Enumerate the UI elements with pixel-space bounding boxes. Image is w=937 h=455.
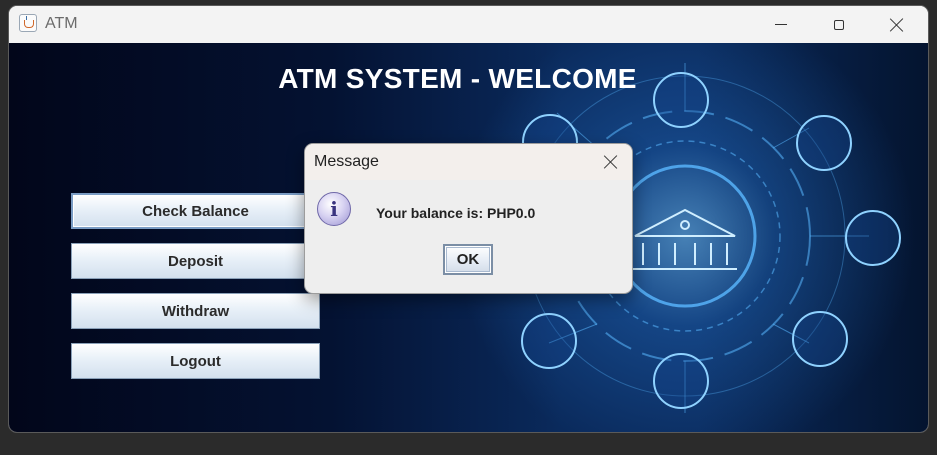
ok-button[interactable]: OK xyxy=(443,244,493,275)
window-titlebar[interactable]: ATM xyxy=(9,6,928,43)
minimize-icon xyxy=(775,24,787,25)
deposit-button[interactable]: Deposit xyxy=(71,243,320,279)
dialog-message: Your balance is: PHP0.0 xyxy=(376,205,536,221)
dialog-title: Message xyxy=(314,153,379,170)
close-icon xyxy=(890,18,904,32)
window-title: ATM xyxy=(45,15,78,32)
logout-button[interactable]: Logout xyxy=(71,343,320,379)
maximize-icon xyxy=(834,19,844,30)
check-balance-button[interactable]: Check Balance xyxy=(71,193,320,229)
minimize-button[interactable] xyxy=(752,6,810,43)
withdraw-button[interactable]: Withdraw xyxy=(71,293,320,329)
close-icon xyxy=(604,155,618,169)
close-window-button[interactable] xyxy=(868,6,926,43)
info-icon: i xyxy=(317,192,351,226)
dialog-close-button[interactable] xyxy=(589,144,632,180)
dialog-titlebar[interactable]: Message xyxy=(305,144,632,180)
java-app-icon[interactable] xyxy=(19,14,37,32)
maximize-button[interactable] xyxy=(810,6,868,43)
message-dialog: Message i Your balance is: PHP0.0 OK xyxy=(305,144,632,293)
page-title: ATM SYSTEM - WELCOME xyxy=(278,63,637,94)
